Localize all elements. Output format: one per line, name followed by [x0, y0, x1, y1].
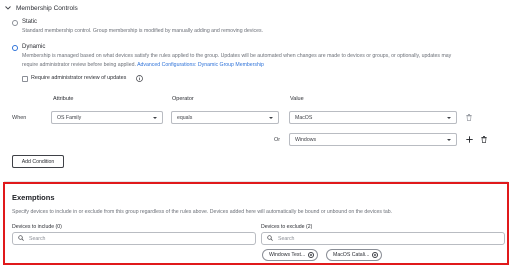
- operator-select[interactable]: equals: [171, 111, 279, 124]
- exclude-search-input[interactable]: [278, 235, 499, 242]
- exclude-search[interactable]: [261, 232, 505, 245]
- include-label: Devices to include (0): [12, 224, 62, 230]
- excluded-device-chip[interactable]: MacOS Catali...: [326, 249, 383, 261]
- require-review-checkbox[interactable]: [22, 76, 28, 82]
- info-icon[interactable]: [136, 75, 143, 84]
- dynamic-description-text: require administrator review before bein…: [22, 62, 136, 68]
- chip-label: MacOS Catali...: [333, 252, 370, 258]
- caret-down-icon: [447, 116, 451, 119]
- trash-icon[interactable]: [465, 113, 473, 122]
- static-label: Static: [22, 19, 38, 25]
- attribute-select-value: OS Family: [57, 114, 82, 121]
- close-circle-icon[interactable]: [308, 252, 315, 258]
- dynamic-label: Dynamic: [22, 44, 46, 50]
- excluded-device-chip[interactable]: Windows Test...: [262, 249, 319, 261]
- value-select-value: Windows: [295, 136, 317, 143]
- dynamic-description-line2: require administrator review before bein…: [22, 61, 264, 70]
- exemptions-section: [3, 182, 509, 265]
- attribute-select[interactable]: OS Family: [51, 111, 163, 124]
- attribute-header: Attribute: [53, 96, 74, 102]
- search-icon: [18, 234, 24, 243]
- caret-down-icon: [447, 138, 451, 141]
- dynamic-description-line1: Membership is managed based on what devi…: [22, 53, 452, 59]
- operator-select-value: equals: [177, 114, 193, 121]
- caret-down-icon: [153, 116, 157, 119]
- section-title: Membership Controls: [16, 4, 78, 12]
- value-select-value: MacOS: [295, 114, 313, 121]
- when-label: When: [12, 115, 27, 121]
- require-review-label: Require administrator review of updates: [31, 75, 127, 81]
- exemptions-description: Specify devices to include in or exclude…: [12, 209, 393, 215]
- or-label: Or: [274, 137, 281, 143]
- static-radio[interactable]: [12, 20, 18, 26]
- exemptions-title: Exemptions: [12, 193, 55, 202]
- close-circle-icon[interactable]: [372, 252, 379, 258]
- trash-icon[interactable]: [480, 135, 488, 144]
- plus-icon[interactable]: [465, 135, 473, 144]
- chip-label: Windows Test...: [269, 252, 306, 258]
- caret-down-icon: [269, 116, 273, 119]
- exclude-label: Devices to exclude (2): [261, 224, 313, 230]
- search-icon: [267, 234, 273, 243]
- include-search[interactable]: [12, 232, 256, 245]
- operator-header: Operator: [172, 96, 194, 102]
- static-description: Standard membership control. Group membe…: [22, 28, 264, 34]
- value-select-windows[interactable]: Windows: [289, 133, 457, 146]
- chevron-down-icon: [4, 4, 12, 12]
- value-header: Value: [290, 96, 304, 102]
- membership-controls-header[interactable]: Membership Controls: [4, 4, 78, 12]
- include-search-input[interactable]: [29, 235, 250, 242]
- value-select-macos[interactable]: MacOS: [289, 111, 457, 124]
- add-condition-button[interactable]: Add Condition: [12, 155, 64, 168]
- dynamic-radio[interactable]: [12, 45, 18, 51]
- advanced-config-link[interactable]: Advanced Configurations: Dynamic Group M…: [137, 62, 264, 68]
